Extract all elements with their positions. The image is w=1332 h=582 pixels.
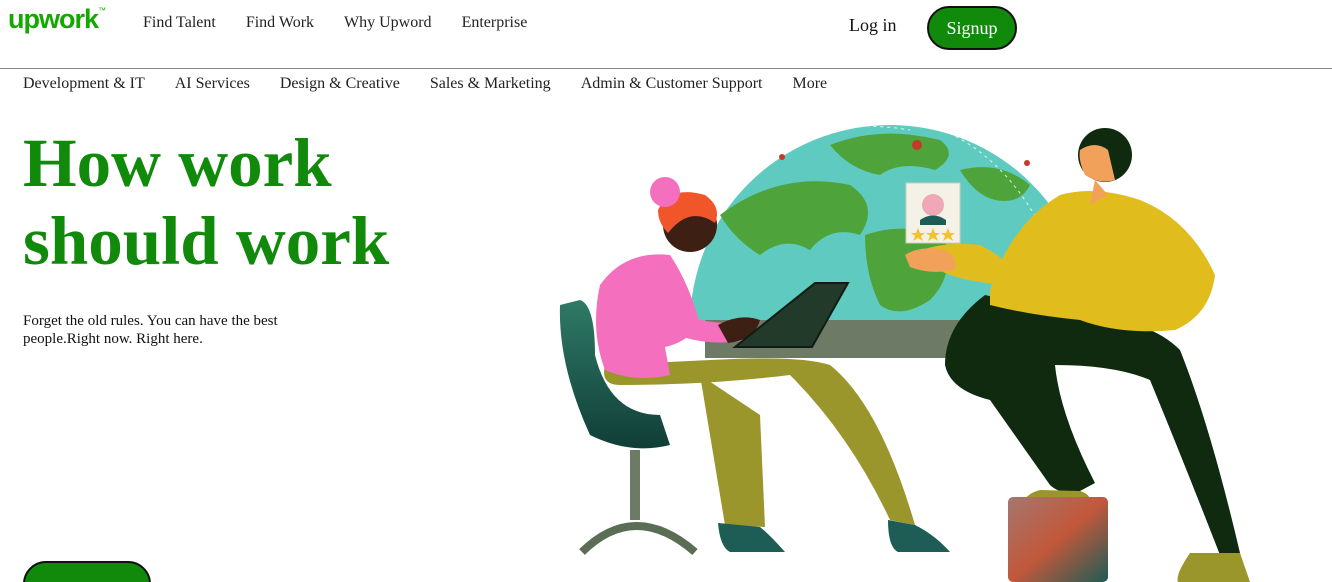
nav-find-work[interactable]: Find Work <box>246 14 314 32</box>
map-pin-icon <box>1024 160 1030 166</box>
logo-wordmark: upwork <box>8 4 99 34</box>
logo-trademark: ™ <box>98 6 107 15</box>
map-pin-icon <box>912 140 922 150</box>
map-pin-icon <box>779 154 785 160</box>
category-nav: Development & IT AI Services Design & Cr… <box>23 75 827 93</box>
avatar <box>922 194 944 216</box>
category-more[interactable]: More <box>792 75 827 93</box>
login-link[interactable]: Log in <box>849 15 897 36</box>
category-sales-marketing[interactable]: Sales & Marketing <box>430 75 551 93</box>
category-design-creative[interactable]: Design & Creative <box>280 75 400 93</box>
hero-cta-button[interactable] <box>23 561 151 582</box>
signup-button[interactable]: Signup <box>927 6 1017 50</box>
hero-title: How work should work <box>23 124 443 280</box>
hero-title-line-2: should work <box>23 203 390 279</box>
nav-find-talent[interactable]: Find Talent <box>143 14 216 32</box>
briefcase-icon <box>1008 497 1108 582</box>
category-admin-support[interactable]: Admin & Customer Support <box>581 75 763 93</box>
nav-enterprise[interactable]: Enterprise <box>462 14 528 32</box>
hero-subtitle: Forget the old rules. You can have the b… <box>23 313 278 347</box>
nav-why-upword[interactable]: Why Upword <box>344 14 432 32</box>
top-header: upwork™ Find Talent Find Work Why Upword… <box>0 0 1332 68</box>
hero-title-line-1: How work <box>23 125 332 201</box>
upwork-logo[interactable]: upwork™ <box>8 4 106 35</box>
category-development-it[interactable]: Development & IT <box>23 75 145 93</box>
globe-with-freelancer-and-client-illustration <box>559 124 1250 582</box>
header-divider <box>0 68 1332 69</box>
main-nav: Find Talent Find Work Why Upword Enterpr… <box>143 14 527 32</box>
category-ai-services[interactable]: AI Services <box>175 75 250 93</box>
